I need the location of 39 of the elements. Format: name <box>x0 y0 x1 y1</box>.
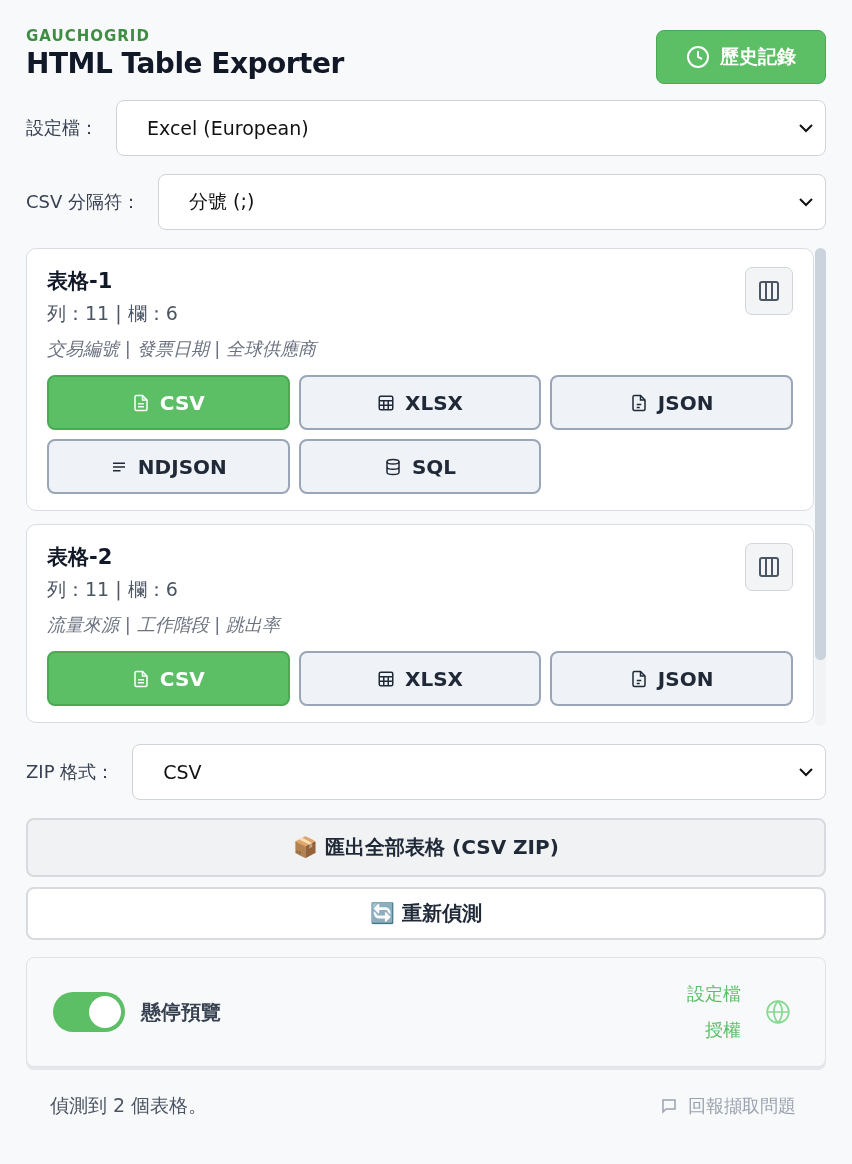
export-all-button[interactable]: 📦 匯出全部表格 (CSV ZIP) <box>26 818 826 877</box>
table-icon <box>377 393 395 412</box>
table-stats: 列：11 | 欄：6 <box>47 577 179 603</box>
zip-format-label: ZIP 格式： <box>26 760 115 784</box>
zip-format-select[interactable]: CSV <box>132 744 826 800</box>
app-title: HTML Table Exporter <box>26 47 344 80</box>
format-button[interactable]: XLSX <box>298 375 542 430</box>
file-icon <box>629 669 648 688</box>
message-icon <box>660 1097 678 1115</box>
brand-label: GAUCHOGRID <box>26 27 151 45</box>
globe-icon[interactable] <box>765 999 791 1025</box>
columns-button[interactable] <box>745 543 793 591</box>
table-icon <box>377 669 395 688</box>
format-button[interactable]: XLSX <box>298 651 542 706</box>
file-icon <box>629 393 648 412</box>
toggle-switch[interactable] <box>53 992 125 1032</box>
profile-label: 設定檔： <box>26 116 98 140</box>
table-headers: 流量來源 | 工作階段 | 跳出率 <box>47 613 280 637</box>
columns-icon <box>757 555 781 579</box>
format-button[interactable]: NDJSON <box>47 439 290 494</box>
profile-select[interactable]: Excel (European) <box>116 100 826 156</box>
hover-preview-label: 懸停預覽 <box>141 998 221 1026</box>
database-icon <box>383 457 402 476</box>
format-button[interactable]: SQL <box>298 439 542 494</box>
format-button[interactable]: JSON <box>550 375 793 430</box>
columns-button[interactable] <box>745 267 793 315</box>
table-stats: 列：11 | 欄：6 <box>47 301 179 327</box>
table-name: 表格-1 <box>47 268 114 295</box>
redetect-button[interactable]: 🔄 重新偵測 <box>26 887 826 940</box>
clock-icon <box>686 45 710 69</box>
delimiter-label: CSV 分隔符： <box>26 190 141 214</box>
delimiter-select[interactable]: 分號 (;) <box>158 174 826 230</box>
columns-icon <box>757 279 781 303</box>
table-name: 表格-2 <box>47 544 114 571</box>
file-text-icon <box>131 393 150 412</box>
status-message: 偵測到 2 個表格。 <box>50 1093 208 1118</box>
file-text-icon <box>131 669 150 688</box>
format-button[interactable]: JSON <box>550 651 793 706</box>
scrollbar-thumb[interactable] <box>815 248 826 660</box>
